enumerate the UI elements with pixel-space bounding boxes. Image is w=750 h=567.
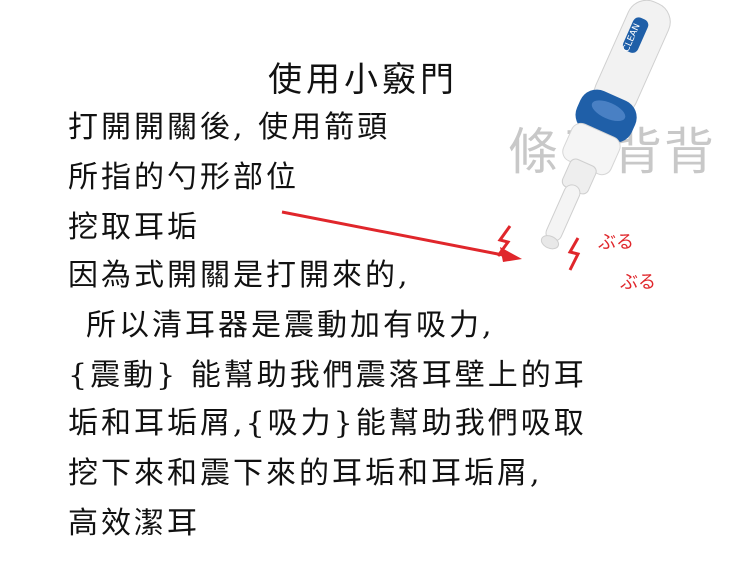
instruction-line-4: 因為式開關是打開來的, <box>68 258 411 293</box>
instruction-line-9: 高效潔耳 <box>68 506 200 541</box>
instruction-line-2: 所指的勺形部位 <box>68 160 299 195</box>
arrowhead-icon <box>500 247 522 262</box>
instruction-line-1: 打開開關後, 使用箭頭 <box>68 110 391 145</box>
instruction-line-6: {震動} 能幫助我們震落耳壁上的耳 <box>68 358 587 393</box>
arrow-shaft <box>281 210 509 258</box>
instruction-line-8: 挖下來和震下來的耳垢和耳垢屑, <box>68 456 543 491</box>
instruction-line-3: 挖取耳垢 <box>68 210 200 245</box>
instruction-line-7: 垢和耳垢屑,{吸力}能幫助我們吸取 <box>68 406 587 441</box>
instruction-line-5: 所以清耳器是震動加有吸力, <box>86 308 495 343</box>
